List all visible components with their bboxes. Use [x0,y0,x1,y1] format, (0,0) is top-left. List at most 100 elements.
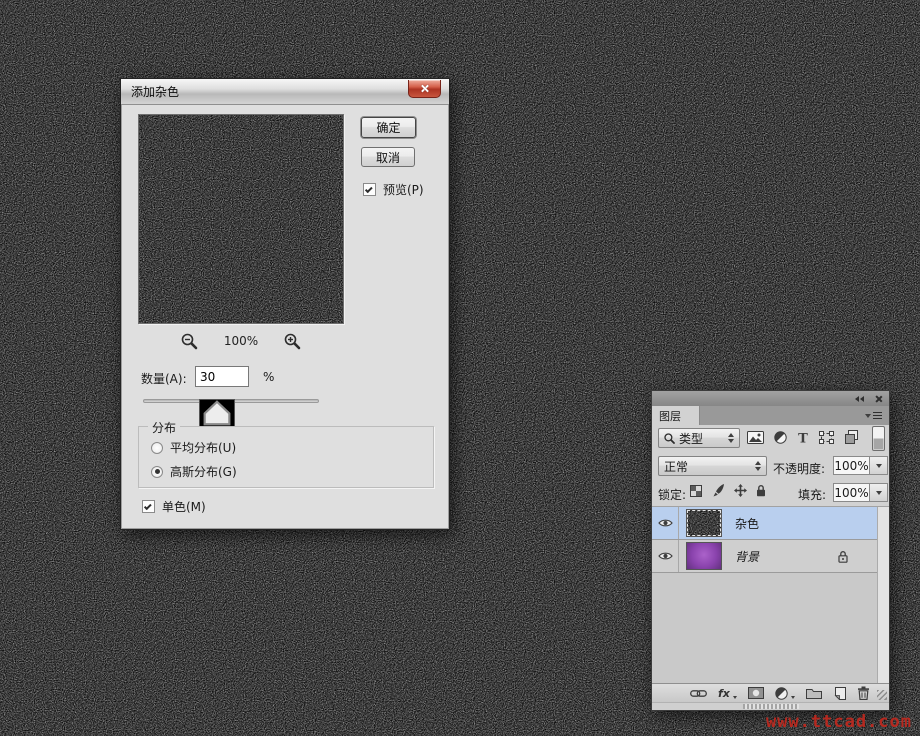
amount-label: 数量(A): [141,370,187,387]
preview-checkbox-row[interactable]: 预览(P) [363,181,424,198]
preview-checkbox[interactable] [363,183,376,196]
layer-row-background[interactable]: 背景 [652,540,878,573]
filter-type-value: 类型 [679,430,703,447]
panel-topbar [652,391,889,406]
filter-shape-layers-icon[interactable] [819,431,834,444]
opacity-dropdown-icon[interactable] [870,456,888,475]
add-mask-icon[interactable] [748,687,764,699]
dialog-titlebar[interactable]: 添加杂色 [121,79,449,105]
amount-slider[interactable] [143,397,319,411]
layer-thumbnail-noise[interactable] [686,509,722,537]
opacity-label: 不透明度: [773,460,825,477]
filter-icons: T [747,430,859,444]
visibility-cell[interactable] [652,507,679,539]
lock-label: 锁定: [658,486,686,503]
watermark-text: www.ttcad.com [766,712,912,732]
zoom-out-icon[interactable] [181,333,198,350]
noise-preview[interactable] [138,114,344,324]
monochromatic-label: 单色(M) [162,498,206,515]
lock-position-move-icon[interactable] [734,484,747,497]
check-icon [144,502,152,510]
fill-value[interactable]: 100% [833,483,870,502]
visibility-cell[interactable] [652,540,679,572]
opacity-value[interactable]: 100% [833,456,870,475]
gaussian-radio[interactable] [151,466,163,478]
spinner-icon [755,461,761,471]
dialog-title: 添加杂色 [131,83,179,100]
panel-menu-icon[interactable] [865,406,889,425]
ok-button[interactable]: 确定 [361,117,416,138]
layer-name[interactable]: 背景 [735,548,759,565]
new-group-folder-icon[interactable] [806,687,822,699]
slider-thumb[interactable] [199,399,235,427]
monochromatic-checkbox[interactable] [142,500,155,513]
close-icon [420,84,429,93]
preview-zoom-controls: 100% [138,330,344,352]
tab-layers[interactable]: 图层 [652,406,700,425]
filter-smart-objects-icon[interactable] [844,430,859,444]
fx-dropdown-arrow [733,696,737,699]
preview-checkbox-label: 预览(P) [383,181,424,198]
background-lock-icon [838,550,848,563]
drag-ridge [743,704,799,709]
lock-pixels-brush-icon[interactable] [711,484,725,497]
eye-icon[interactable] [658,551,673,561]
layer-name[interactable]: 杂色 [735,515,759,532]
lock-all-icon[interactable] [756,484,766,497]
amount-input[interactable] [195,366,249,387]
panel-tabbar: 图层 [652,406,889,425]
fill-dropdown-icon[interactable] [870,483,888,502]
lock-transparency-icon[interactable] [690,485,702,497]
add-noise-dialog: 添加杂色 100% 数量(A): [120,78,450,530]
eye-icon[interactable] [658,518,673,528]
cancel-button[interactable]: 取消 [361,147,415,167]
new-layer-icon[interactable] [833,687,846,700]
panel-footer: fx [652,683,889,702]
uniform-radio-label: 平均分布(U) [170,439,236,456]
fill-label: 填充: [798,486,826,503]
menu-triangle [865,414,871,418]
monochromatic-row[interactable]: 单色(M) [142,498,206,515]
panel-close-icon[interactable] [874,395,882,403]
list-scrollbar[interactable] [877,507,889,683]
distribution-group: 分布 平均分布(U) 高斯分布(G) [138,426,434,488]
collapse-panels-icon[interactable] [855,396,864,402]
layer-controls: 类型 T [652,425,889,507]
distribution-label: 分布 [148,419,180,436]
layer-style-fx-icon[interactable]: fx [718,687,730,700]
menu-lines [873,412,882,420]
zoom-in-icon[interactable] [284,333,301,350]
adjustment-dropdown-arrow [791,696,795,699]
filter-type-select[interactable]: 类型 [658,428,740,448]
layer-row-noise[interactable]: 杂色 [652,507,878,540]
lock-icons [690,484,766,497]
layers-panel: 图层 类型 [651,390,890,711]
radio-selected-dot [155,469,160,474]
percent-label: % [263,370,274,384]
gaussian-radio-row[interactable]: 高斯分布(G) [151,463,237,480]
delete-layer-trash-icon[interactable] [857,686,870,700]
search-icon [664,433,675,444]
preview-noise-texture [139,115,344,324]
spinner-icon [728,433,734,443]
blend-mode-select[interactable]: 正常 [658,456,767,476]
layer-thumbnail-background[interactable] [686,542,722,570]
photoshop-canvas: 添加杂色 100% 数量(A): [0,0,920,736]
layer-filtering-toggle[interactable] [872,426,885,451]
uniform-radio[interactable] [151,442,163,454]
gaussian-radio-label: 高斯分布(G) [170,463,237,480]
panel-resize-grip[interactable] [877,690,887,700]
panel-drag-bar[interactable] [652,702,889,710]
svg-text:T: T [798,431,808,444]
add-adjustment-icon[interactable] [775,687,788,700]
zoom-level: 100% [220,334,262,348]
close-button[interactable] [408,80,441,98]
filter-adjustment-layers-icon[interactable] [774,431,787,444]
blend-mode-value: 正常 [664,458,688,475]
check-icon [365,185,373,193]
uniform-radio-row[interactable]: 平均分布(U) [151,439,236,456]
filter-pixel-layers-icon[interactable] [747,431,764,444]
filter-type-layers-icon[interactable]: T [797,431,809,444]
link-layers-icon[interactable] [690,689,707,698]
layers-list: 杂色 背景 [652,507,889,683]
